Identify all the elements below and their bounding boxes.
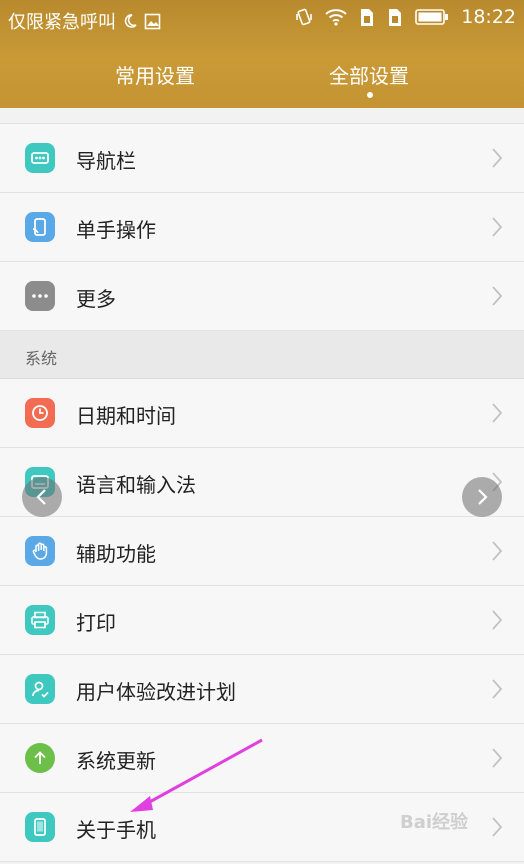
list-item-label: 关于手机 bbox=[76, 818, 156, 842]
battery-icon bbox=[415, 9, 449, 25]
one-hand-icon bbox=[25, 212, 55, 242]
list-item-label: 更多 bbox=[76, 287, 116, 311]
section-title: 系统 bbox=[25, 349, 58, 368]
list-item-date-time[interactable]: 日期和时间 bbox=[0, 379, 524, 448]
tab-all-settings[interactable]: 全部设置 bbox=[329, 60, 409, 89]
list-item-label: 单手操作 bbox=[76, 218, 156, 242]
phone-icon bbox=[25, 812, 55, 842]
chevron-left-icon bbox=[36, 489, 46, 505]
moon-icon bbox=[122, 13, 138, 29]
chevron-right-icon bbox=[492, 217, 503, 237]
list-top-gap bbox=[0, 108, 524, 124]
list-item-more[interactable]: 更多 bbox=[0, 262, 524, 331]
list-item-label: 系统更新 bbox=[76, 749, 156, 773]
sim1-icon bbox=[359, 8, 375, 27]
chevron-right-icon bbox=[492, 679, 503, 699]
user-experience-icon bbox=[25, 674, 55, 704]
chevron-right-icon bbox=[492, 610, 503, 630]
image-icon bbox=[144, 13, 161, 30]
section-header-system: 系统 bbox=[0, 331, 524, 379]
clock-time: 18:22 bbox=[461, 6, 516, 28]
status-right: 18:22 bbox=[295, 6, 516, 28]
chevron-right-icon bbox=[492, 286, 503, 306]
printer-icon bbox=[25, 605, 55, 635]
list-item-label: 用户体验改进计划 bbox=[76, 680, 236, 704]
chevron-right-icon bbox=[492, 541, 503, 561]
vibrate-icon bbox=[295, 7, 313, 27]
settings-screen: 仅限紧急呼叫 18:22 常用设置 全部设置 导航栏 单手操作 更多 系统 日期… bbox=[0, 0, 524, 864]
list-item-label: 语言和输入法 bbox=[76, 473, 196, 497]
header: 仅限紧急呼叫 18:22 常用设置 全部设置 bbox=[0, 0, 524, 108]
navbar-icon bbox=[25, 143, 55, 173]
sim2-icon bbox=[387, 8, 403, 27]
list-item-system-update[interactable]: 系统更新 bbox=[0, 724, 524, 793]
list-item-navbar[interactable]: 导航栏 bbox=[0, 124, 524, 193]
next-button[interactable] bbox=[462, 477, 502, 517]
list-item-language[interactable]: 语言和输入法 bbox=[0, 448, 524, 517]
more-icon bbox=[25, 281, 55, 311]
list-item-print[interactable]: 打印 bbox=[0, 586, 524, 655]
chevron-right-icon bbox=[492, 817, 503, 837]
wifi-icon bbox=[325, 8, 347, 26]
list-item-label: 导航栏 bbox=[76, 149, 136, 173]
tab-bar: 常用设置 全部设置 bbox=[0, 52, 524, 102]
settings-list: 导航栏 单手操作 更多 系统 日期和时间 语言和输入法 辅助功能 打印 用户体验… bbox=[0, 108, 524, 862]
hand-icon bbox=[25, 536, 55, 566]
chevron-right-icon bbox=[478, 489, 488, 505]
update-icon bbox=[25, 743, 55, 773]
list-item-one-hand[interactable]: 单手操作 bbox=[0, 193, 524, 262]
clock-icon bbox=[25, 398, 55, 428]
tab-selected-indicator bbox=[367, 92, 373, 98]
list-item-label: 打印 bbox=[76, 611, 116, 635]
status-left: 仅限紧急呼叫 bbox=[8, 8, 161, 34]
chevron-right-icon bbox=[492, 403, 503, 423]
list-item-label: 日期和时间 bbox=[76, 404, 176, 428]
status-bar: 仅限紧急呼叫 18:22 bbox=[0, 0, 524, 40]
list-item-accessibility[interactable]: 辅助功能 bbox=[0, 517, 524, 586]
chevron-right-icon bbox=[492, 748, 503, 768]
tab-common-settings[interactable]: 常用设置 bbox=[115, 60, 195, 89]
previous-button[interactable] bbox=[22, 477, 62, 517]
watermark: Bai经验 bbox=[400, 812, 469, 833]
list-item-label: 辅助功能 bbox=[76, 542, 156, 566]
carrier-text: 仅限紧急呼叫 bbox=[8, 12, 116, 33]
chevron-right-icon bbox=[492, 148, 503, 168]
list-item-user-experience[interactable]: 用户体验改进计划 bbox=[0, 655, 524, 724]
